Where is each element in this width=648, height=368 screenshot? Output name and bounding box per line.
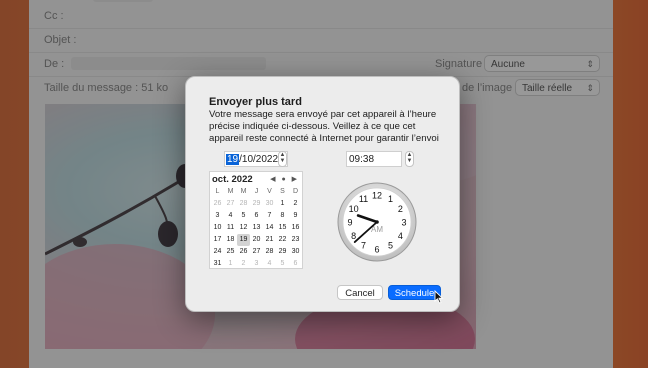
calendar-day[interactable]: 9 xyxy=(289,210,302,222)
dialog-title: Envoyer plus tard xyxy=(209,96,302,108)
calendar-day[interactable]: 5 xyxy=(237,210,250,222)
calendar-day[interactable]: 28 xyxy=(263,246,276,258)
calendar-day[interactable]: 4 xyxy=(224,210,237,222)
calendar-day[interactable]: 5 xyxy=(276,258,289,270)
calendar-day[interactable]: 26 xyxy=(211,198,224,210)
calendar-day[interactable]: 12 xyxy=(237,222,250,234)
clock-center xyxy=(375,220,379,224)
calendar-day[interactable]: 4 xyxy=(263,258,276,270)
calendar-day[interactable]: 14 xyxy=(263,222,276,234)
calendar-day[interactable]: 13 xyxy=(250,222,263,234)
weekday-header: M xyxy=(227,188,234,195)
calendar: oct. 2022 ◀ ● ▶ L M M J V S D 26 27 28 29 30 1 2 3 4 5 6 7… xyxy=(209,171,303,269)
calendar-month: oct. 2022 xyxy=(212,174,253,185)
pointer-cursor-icon xyxy=(434,290,444,304)
date-day-segment[interactable]: 19 xyxy=(226,154,240,165)
clock-number: 7 xyxy=(361,241,366,251)
clock-number: 3 xyxy=(401,217,406,227)
calendar-day[interactable]: 3 xyxy=(211,210,224,222)
calendar-day[interactable]: 30 xyxy=(289,246,302,258)
calendar-day[interactable]: 1 xyxy=(224,258,237,270)
calendar-day[interactable]: 3 xyxy=(250,258,263,270)
weekday-header: S xyxy=(280,188,285,195)
calendar-day-selected[interactable]: 19 xyxy=(237,234,250,246)
calendar-day[interactable]: 17 xyxy=(211,234,224,246)
calendar-day[interactable]: 1 xyxy=(276,198,289,210)
weekday-header: M xyxy=(240,188,247,195)
calendar-day[interactable]: 2 xyxy=(237,258,250,270)
dialog-description: Votre message sera envoyé par cet appare… xyxy=(209,109,439,144)
calendar-day[interactable]: 7 xyxy=(263,210,276,222)
analog-clock[interactable]: 12 1234567891011 AM xyxy=(337,182,417,262)
calendar-day[interactable]: 18 xyxy=(224,234,237,246)
clock-number: 10 xyxy=(349,204,359,214)
time-value[interactable]: 09:38 xyxy=(349,154,374,165)
time-field[interactable]: 09:38 xyxy=(346,151,402,167)
calendar-day[interactable]: 11 xyxy=(224,222,237,234)
clock-number: 12 xyxy=(372,190,382,200)
calendar-day[interactable]: 29 xyxy=(276,246,289,258)
calendar-day[interactable]: 29 xyxy=(250,198,263,210)
calendar-nav[interactable]: ◀ ● ▶ xyxy=(270,175,299,183)
calendar-day[interactable]: 24 xyxy=(211,246,224,258)
clock-number: 1 xyxy=(388,194,393,204)
calendar-day[interactable]: 6 xyxy=(289,258,302,270)
calendar-day[interactable]: 25 xyxy=(224,246,237,258)
weekday-header: J xyxy=(254,188,259,195)
calendar-day[interactable]: 31 xyxy=(211,258,224,270)
clock-number: 5 xyxy=(388,241,393,251)
send-later-dialog: Envoyer plus tard Votre message sera env… xyxy=(185,76,460,312)
calendar-day[interactable]: 20 xyxy=(250,234,263,246)
clock-number: 6 xyxy=(374,244,379,254)
cancel-button[interactable]: Cancel xyxy=(337,285,383,300)
clock-number: 11 xyxy=(359,194,368,204)
clock-number: 4 xyxy=(398,231,403,241)
time-stepper-icon[interactable]: ▲ ▼ xyxy=(405,151,414,167)
clock-number: 8 xyxy=(351,231,356,241)
calendar-day[interactable]: 2 xyxy=(289,198,302,210)
calendar-day[interactable]: 15 xyxy=(276,222,289,234)
calendar-day[interactable]: 30 xyxy=(263,198,276,210)
calendar-day[interactable]: 22 xyxy=(276,234,289,246)
calendar-grid: L M M J V S D 26 27 28 29 30 1 2 3 4 5 6 7 8 9 10 11 12 13 14 15 16… xyxy=(211,186,302,270)
calendar-day[interactable]: 28 xyxy=(237,198,250,210)
clock-number: 2 xyxy=(398,204,403,214)
clock-number: 9 xyxy=(347,217,352,227)
calendar-day[interactable]: 16 xyxy=(289,222,302,234)
calendar-day[interactable]: 21 xyxy=(263,234,276,246)
date-stepper-icon[interactable]: ▲ ▼ xyxy=(278,151,287,167)
weekday-header: V xyxy=(267,188,272,195)
calendar-day[interactable]: 8 xyxy=(276,210,289,222)
weekday-header: D xyxy=(292,188,299,195)
calendar-day[interactable]: 23 xyxy=(289,234,302,246)
calendar-day[interactable]: 6 xyxy=(250,210,263,222)
calendar-day[interactable]: 26 xyxy=(237,246,250,258)
calendar-day[interactable]: 27 xyxy=(224,198,237,210)
date-month-year[interactable]: /10/2022 xyxy=(239,154,278,165)
weekday-header: L xyxy=(215,188,220,195)
calendar-day[interactable]: 10 xyxy=(211,222,224,234)
calendar-day[interactable]: 27 xyxy=(250,246,263,258)
